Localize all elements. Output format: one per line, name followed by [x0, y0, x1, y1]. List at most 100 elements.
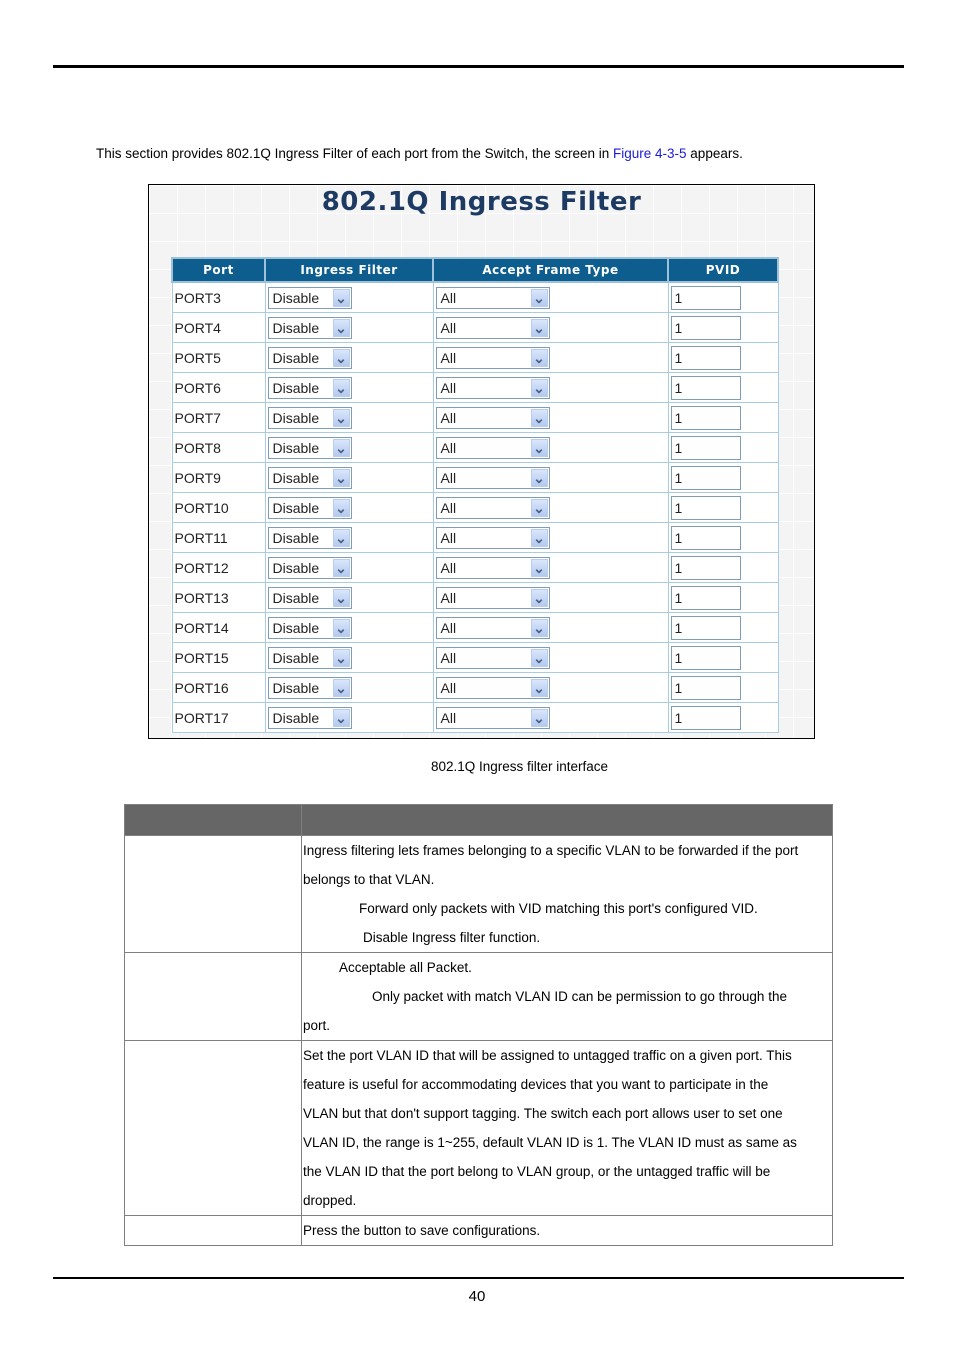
chevron-down-icon[interactable]: ⌄ — [332, 708, 350, 727]
accept-frame-type-select[interactable]: All ⌄ — [435, 616, 550, 639]
ingress-filter-value: Disable — [272, 469, 320, 486]
ingress-filter-select[interactable]: Disable ⌄ — [267, 706, 352, 729]
ingress-filter-select[interactable]: Disable ⌄ — [267, 316, 352, 339]
chevron-down-icon[interactable]: ⌄ — [530, 348, 548, 367]
ingress-filter-value: Disable — [272, 679, 320, 696]
port-name: PORT6 — [171, 372, 266, 403]
ingress-filter-select[interactable]: Disable ⌄ — [267, 616, 352, 639]
accept-frame-type-value: All — [440, 439, 457, 456]
description-table: Ingress filtering lets frames belonging … — [124, 804, 833, 1246]
chevron-down-icon[interactable]: ⌄ — [530, 288, 548, 307]
ingress-filter-select[interactable]: Disable ⌄ — [267, 406, 352, 429]
port-name: PORT13 — [171, 582, 266, 613]
chevron-down-icon[interactable]: ⌄ — [332, 498, 350, 517]
chevron-down-icon[interactable]: ⌄ — [530, 318, 548, 337]
chevron-down-icon[interactable]: ⌄ — [530, 408, 548, 427]
ingress-filter-value: Disable — [272, 409, 320, 426]
chevron-down-icon[interactable]: ⌄ — [332, 678, 350, 697]
chevron-down-icon[interactable]: ⌄ — [332, 528, 350, 547]
ingress-filter-select[interactable]: Disable ⌄ — [267, 556, 352, 579]
ingress-filter-select[interactable]: Disable ⌄ — [267, 526, 352, 549]
accept-frame-type-select[interactable]: All ⌄ — [435, 406, 550, 429]
accept-frame-type-select[interactable]: All ⌄ — [435, 376, 550, 399]
accept-frame-type-select[interactable]: All ⌄ — [435, 706, 550, 729]
ingress-filter-select[interactable]: Disable ⌄ — [267, 286, 352, 309]
accept-frame-type-select[interactable]: All ⌄ — [435, 346, 550, 369]
pvid-input[interactable]: 1 — [670, 525, 741, 550]
ingress-filter-select[interactable]: Disable ⌄ — [267, 646, 352, 669]
ingress-filter-select[interactable]: Disable ⌄ — [267, 346, 352, 369]
chevron-down-icon[interactable]: ⌄ — [530, 378, 548, 397]
ingress-filter-select[interactable]: Disable ⌄ — [267, 436, 352, 459]
accept-frame-type-select[interactable]: All ⌄ — [435, 496, 550, 519]
pvid-input[interactable]: 1 — [670, 615, 741, 640]
accept-frame-type-select[interactable]: All ⌄ — [435, 526, 550, 549]
accept-frame-type-select[interactable]: All ⌄ — [435, 676, 550, 699]
accept-frame-type-select[interactable]: All ⌄ — [435, 436, 550, 459]
pvid-input[interactable]: 1 — [670, 315, 741, 340]
chevron-down-icon[interactable]: ⌄ — [530, 528, 548, 547]
chevron-down-icon[interactable]: ⌄ — [530, 468, 548, 487]
chevron-down-icon[interactable]: ⌄ — [332, 618, 350, 637]
port-row: PORT15 Disable ⌄ All ⌄ 1 — [171, 642, 779, 673]
chevron-down-icon[interactable]: ⌄ — [530, 678, 548, 697]
accept-frame-type-select[interactable]: All ⌄ — [435, 646, 550, 669]
pvid-input[interactable]: 1 — [670, 555, 741, 580]
chevron-down-icon[interactable]: ⌄ — [332, 408, 350, 427]
chevron-down-icon[interactable]: ⌄ — [332, 648, 350, 667]
footer-rule — [53, 1277, 904, 1279]
chevron-down-icon[interactable]: ⌄ — [530, 648, 548, 667]
ingress-filter-select[interactable]: Disable ⌄ — [267, 676, 352, 699]
chevron-down-icon[interactable]: ⌄ — [530, 708, 548, 727]
accept-frame-type-value: All — [440, 649, 457, 666]
figure-link[interactable]: Figure 4-3-5 — [613, 146, 687, 161]
port-row: PORT9 Disable ⌄ All ⌄ 1 — [171, 462, 779, 493]
pvid-input[interactable]: 1 — [670, 705, 741, 730]
chevron-down-icon[interactable]: ⌄ — [530, 588, 548, 607]
chevron-down-icon[interactable]: ⌄ — [332, 348, 350, 367]
desc-line: Forward only packets with VID matching t… — [359, 901, 758, 916]
accept-frame-type-select[interactable]: All ⌄ — [435, 586, 550, 609]
pvid-input[interactable]: 1 — [670, 645, 741, 670]
accept-frame-type-select[interactable]: All ⌄ — [435, 466, 550, 489]
port-name: PORT15 — [171, 642, 266, 673]
accept-frame-type-select[interactable]: All ⌄ — [435, 286, 550, 309]
accept-frame-type-value: All — [440, 709, 457, 726]
accept-frame-type-value: All — [440, 559, 457, 576]
pvid-input[interactable]: 1 — [670, 285, 741, 310]
chevron-down-icon[interactable]: ⌄ — [332, 438, 350, 457]
pvid-input[interactable]: 1 — [670, 495, 741, 520]
chevron-down-icon[interactable]: ⌄ — [332, 318, 350, 337]
ingress-filter-value: Disable — [272, 289, 320, 306]
chevron-down-icon[interactable]: ⌄ — [332, 468, 350, 487]
pvid-input[interactable]: 1 — [670, 435, 741, 460]
port-name: PORT11 — [171, 522, 266, 553]
pvid-input[interactable]: 1 — [670, 585, 741, 610]
ingress-filter-value: Disable — [272, 529, 320, 546]
ingress-filter-select[interactable]: Disable ⌄ — [267, 586, 352, 609]
desc-header-object — [124, 804, 302, 836]
port-name: PORT12 — [171, 552, 266, 583]
accept-frame-type-select[interactable]: All ⌄ — [435, 556, 550, 579]
chevron-down-icon[interactable]: ⌄ — [530, 438, 548, 457]
chevron-down-icon[interactable]: ⌄ — [530, 618, 548, 637]
chevron-down-icon[interactable]: ⌄ — [530, 498, 548, 517]
ingress-filter-value: Disable — [272, 619, 320, 636]
desc-row: Press the button to save configurations. — [124, 1215, 833, 1246]
ingress-filter-value: Disable — [272, 499, 320, 516]
pvid-input[interactable]: 1 — [670, 405, 741, 430]
pvid-input[interactable]: 1 — [670, 465, 741, 490]
port-name: PORT5 — [171, 342, 266, 373]
pvid-input[interactable]: 1 — [670, 345, 741, 370]
chevron-down-icon[interactable]: ⌄ — [332, 558, 350, 577]
accept-frame-type-select[interactable]: All ⌄ — [435, 316, 550, 339]
pvid-input[interactable]: 1 — [670, 675, 741, 700]
chevron-down-icon[interactable]: ⌄ — [332, 288, 350, 307]
ingress-filter-select[interactable]: Disable ⌄ — [267, 466, 352, 489]
ingress-filter-select[interactable]: Disable ⌄ — [267, 496, 352, 519]
chevron-down-icon[interactable]: ⌄ — [332, 588, 350, 607]
chevron-down-icon[interactable]: ⌄ — [530, 558, 548, 577]
ingress-filter-select[interactable]: Disable ⌄ — [267, 376, 352, 399]
pvid-input[interactable]: 1 — [670, 375, 741, 400]
chevron-down-icon[interactable]: ⌄ — [332, 378, 350, 397]
